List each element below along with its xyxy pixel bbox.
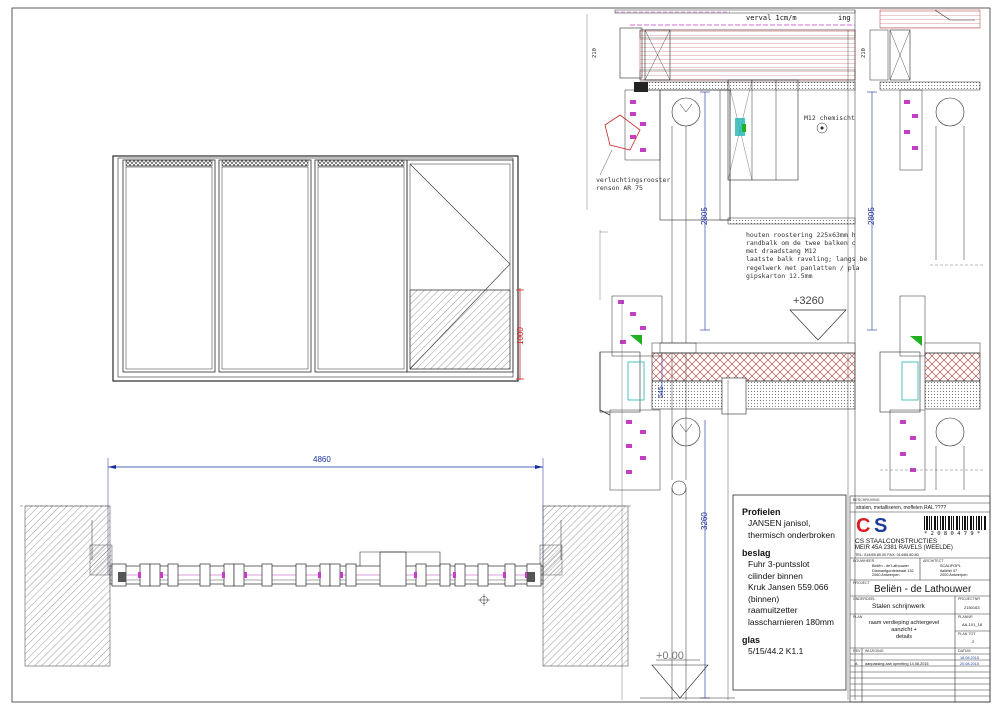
project-label: PROJECT bbox=[853, 581, 870, 585]
horizontal-section bbox=[20, 458, 633, 667]
sheet-value: 2 bbox=[972, 639, 975, 644]
logo-c: C bbox=[856, 515, 871, 537]
wood-note-line: laatste balk raveling; langs be bbox=[746, 255, 868, 264]
drawing-sheet bbox=[11, 7, 991, 703]
client-address: Beliën - de Lathouwer Diamantgordelstraat… bbox=[872, 564, 914, 578]
wall-left bbox=[24, 505, 111, 667]
sheet-label: PLAN TOT bbox=[958, 632, 976, 636]
project-name: Beliën - de Lathouwer bbox=[874, 584, 972, 595]
floor-insulation bbox=[651, 352, 856, 382]
notes-heading: glas bbox=[742, 635, 761, 646]
plannr-label: PLANNR bbox=[958, 615, 973, 619]
notes-line: thermisch onderbroken bbox=[748, 529, 835, 540]
top-dimension-left: 210 bbox=[592, 48, 598, 58]
spec-text: stralen, metalliseren, moffelen RAL ???? bbox=[856, 505, 947, 511]
level-zero-label: +0.00 bbox=[656, 650, 684, 662]
elevation-panel-2 bbox=[218, 159, 312, 373]
wood-note-line: randbalk om de twee balken c bbox=[746, 239, 856, 248]
vent-label-line2: renson AR 75 bbox=[596, 184, 643, 192]
revision-date: 20.08.2015 bbox=[960, 662, 980, 666]
plan-description: raam verdieping achtergevel aanzicht + det… bbox=[852, 620, 956, 641]
plan-line: aanzicht + bbox=[891, 626, 917, 633]
door-lower-glass bbox=[409, 289, 511, 370]
mid-dimension-label: 545 bbox=[658, 386, 665, 398]
wijziging-label: WIJZIGING bbox=[865, 649, 884, 653]
subject-text: Stalen schrijnwerk bbox=[872, 603, 925, 610]
wall-right bbox=[542, 505, 629, 667]
anchor-label: M12 chemischt bbox=[804, 114, 855, 122]
titleblock: BESCHRIJVING stralen, metalliseren, moff… bbox=[852, 497, 989, 702]
notes-line: Fuhr 3-puntsslot bbox=[748, 559, 810, 570]
lower-dimension-label: 3260 bbox=[700, 512, 709, 530]
plan-line: details bbox=[895, 633, 913, 640]
roller-blind-right-lower bbox=[935, 417, 965, 447]
width-dimension-label: 4860 bbox=[313, 455, 331, 464]
window-elevation bbox=[112, 155, 524, 382]
notes-heading: beslag bbox=[742, 548, 771, 559]
architect-address: SCALIFOPL Italiëlei 47 2000 Antwerpen bbox=[940, 564, 967, 578]
revision-date: 18.08.2015 bbox=[960, 656, 980, 660]
revision-text: aanpassing aan opmeting 14.08.2015 bbox=[865, 662, 929, 666]
elevation-panel-3 bbox=[314, 159, 408, 373]
plannr-value: AA-101_18 bbox=[962, 622, 983, 627]
notes-line: (binnen) bbox=[748, 593, 780, 604]
projectnr-value: 2150163 bbox=[964, 605, 980, 610]
subject-label: ONDERDEEL bbox=[853, 597, 876, 601]
wood-note-line: met draadstang M12 bbox=[746, 247, 817, 256]
vent-grille-2 bbox=[221, 159, 309, 167]
barcode-text: * 2 0 8 0 4 7 9 * bbox=[924, 531, 981, 537]
elevation-panel-1 bbox=[122, 159, 216, 373]
ceiling-board bbox=[727, 217, 856, 225]
notes: Profielen JANSEN janisol, thermisch onderb… bbox=[742, 500, 842, 658]
revision-code: A bbox=[855, 662, 858, 666]
floor-slab bbox=[651, 380, 856, 410]
projectnr-label: PROJECTNR bbox=[958, 597, 980, 601]
wood-note-line: gipskarton 12.5mm bbox=[746, 271, 813, 280]
roller-blind-right-top bbox=[935, 97, 965, 127]
level-marker-zero bbox=[651, 664, 709, 699]
datum-label: DATUM bbox=[958, 649, 971, 653]
notes-line: lasscharnieren 180mm bbox=[748, 616, 834, 627]
wood-note-line: regelwerk met panlatten / pla bbox=[746, 263, 860, 272]
rev-label: REV bbox=[853, 649, 861, 653]
roof-layers bbox=[639, 29, 856, 81]
height-dimension-label: 2805 bbox=[700, 207, 709, 225]
wood-note-line: houten roostering 225x63mm h bbox=[746, 231, 856, 239]
spec-label: BESCHRIJVING bbox=[853, 498, 880, 502]
client-line: 2060 Antwerpen bbox=[872, 573, 900, 578]
steel-beam bbox=[639, 81, 856, 91]
vent-grille-section bbox=[604, 114, 641, 151]
notes-line: JANSEN janisol, bbox=[748, 518, 811, 529]
company-name: CS STAALCONSTRUCTIES bbox=[855, 538, 938, 545]
company-phone: TEL: 014/65.80.00 FAX: 014/65.80.80 bbox=[855, 553, 919, 557]
sill-dimension-label: 1000 bbox=[516, 327, 525, 345]
architect-line: 2000 Antwerpen bbox=[940, 573, 968, 578]
notes-line: Kruk Jansen 559.066 bbox=[748, 582, 829, 593]
logo-s: S bbox=[874, 515, 888, 537]
plan-line: raam verdieping achtergevel bbox=[868, 620, 940, 626]
architect-label: ARCHITECT bbox=[923, 559, 944, 563]
top-dimension-right: 210 bbox=[861, 48, 867, 58]
vent-grille-1 bbox=[125, 159, 213, 167]
notes-line: 5/15/44.2 K1.1 bbox=[748, 646, 804, 657]
truncated-label: ing bbox=[838, 14, 851, 22]
height-dimension-right-label: 2805 bbox=[867, 207, 876, 225]
slope-label: verval 1cm/m bbox=[746, 14, 797, 22]
notes-heading: Profielen bbox=[742, 507, 781, 517]
wood-note: houten roostering 225x63mm h randbalk om … bbox=[746, 231, 867, 280]
level-marker-upper bbox=[789, 309, 847, 341]
plan-label: PLAN bbox=[853, 615, 863, 619]
vertical-section-right bbox=[867, 9, 985, 491]
level-upper-label: +3260 bbox=[793, 295, 824, 307]
company-address: MEIR 45A 2381 RAVELS (WEELDE) bbox=[855, 545, 953, 551]
revision-row: Aaanpassing aan opmeting 14.08.2015 20.08… bbox=[852, 661, 989, 667]
notes-line: cilinder binnen bbox=[748, 570, 803, 581]
client-label: BOUWHEER bbox=[853, 559, 875, 563]
vent-grille-3 bbox=[317, 159, 405, 167]
notes-line: raamuitzetter bbox=[748, 605, 798, 616]
